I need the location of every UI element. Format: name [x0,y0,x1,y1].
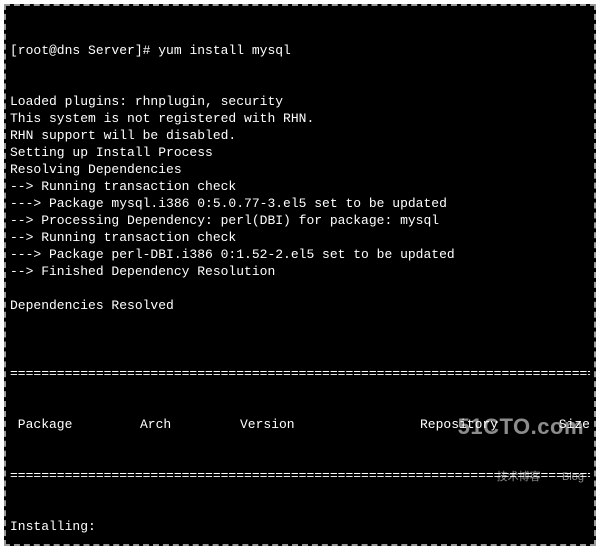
output-line: --> Processing Dependency: perl(DBI) for… [10,212,590,229]
output-line: ---> Package mysql.i386 0:5.0.77-3.el5 s… [10,195,590,212]
output-line: ---> Package perl-DBI.i386 0:1.52-2.el5 … [10,246,590,263]
output-line: This system is not registered with RHN. [10,110,590,127]
package-table-header: Package Arch Version Repository Size [10,416,590,433]
output-line: Setting up Install Process [10,144,590,161]
col-repository: Repository [420,416,530,433]
output-line [10,314,590,331]
output-line [10,280,590,297]
yum-output: Loaded plugins: rhnplugin, securityThis … [10,93,590,331]
divider-top: ========================================… [10,365,590,382]
col-package: Package [10,416,140,433]
command-line: [root@dns Server]# yum install mysql [10,42,590,59]
typed-command: yum install mysql [158,43,291,58]
output-line: --> Running transaction check [10,229,590,246]
installing-label: Installing: [10,518,590,535]
output-line: Loaded plugins: rhnplugin, security [10,93,590,110]
output-line: --> Running transaction check [10,178,590,195]
shell-prompt: [root@dns Server]# [10,43,158,58]
watermark: 51CTO.com 技术博客 Blog [458,384,584,520]
col-arch: Arch [140,416,240,433]
output-line: RHN support will be disabled. [10,127,590,144]
terminal-window[interactable]: [root@dns Server]# yum install mysql Loa… [4,4,596,546]
output-line: --> Finished Dependency Resolution [10,263,590,280]
output-line: Resolving Dependencies [10,161,590,178]
col-version: Version [240,416,420,433]
divider-header: ========================================… [10,467,590,484]
col-size: Size [530,416,590,433]
output-line: Dependencies Resolved [10,297,590,314]
